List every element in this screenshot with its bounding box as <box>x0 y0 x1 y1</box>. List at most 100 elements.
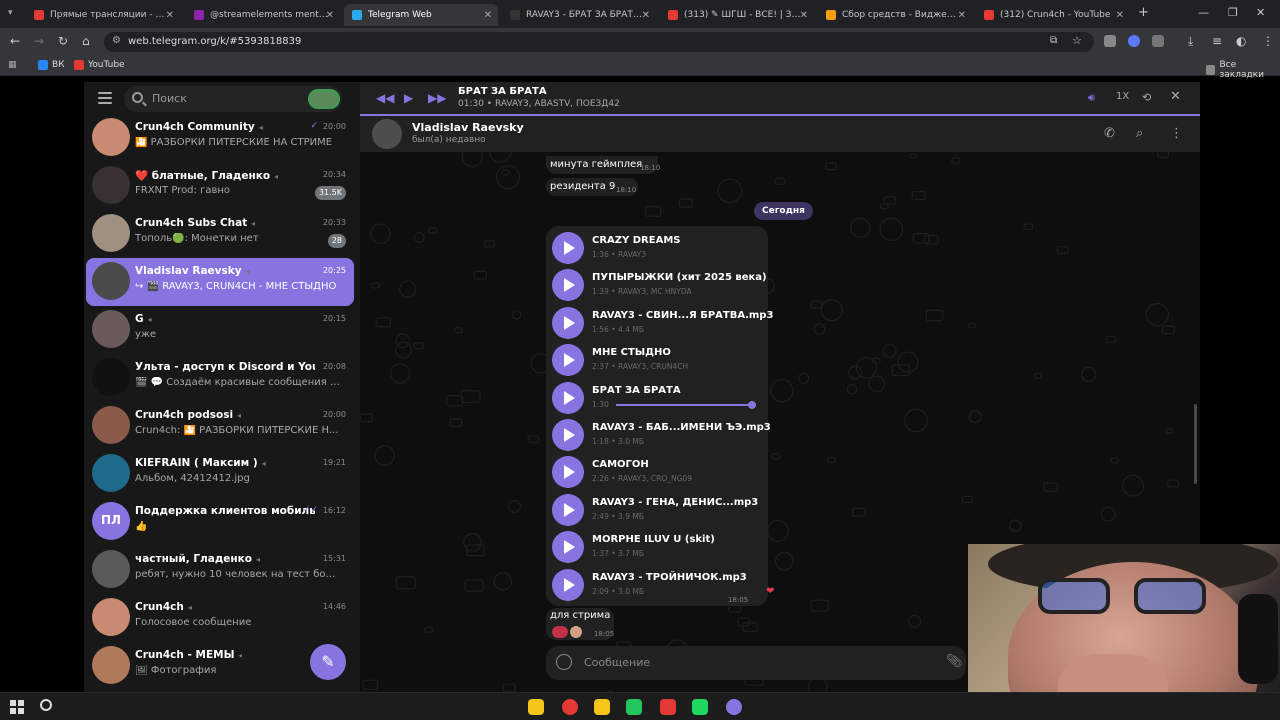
play-icon[interactable] <box>552 531 584 564</box>
close-tab-icon[interactable]: ✕ <box>958 10 966 21</box>
home-icon[interactable]: ⌂ <box>82 34 90 48</box>
close-tab-icon[interactable]: ✕ <box>484 10 492 21</box>
taskbar-app-icon[interactable] <box>594 699 610 715</box>
chat-item[interactable]: KIEFRAIN ( Максим ) ◂ Альбом, 42412412.jpg… <box>86 450 354 498</box>
chat-item[interactable]: Vladislav Raevsky ◂ ↪ 🎬 RAVAY3, CRUN4CH - … <box>86 258 354 306</box>
attach-icon[interactable]: 📎︎ <box>946 654 963 669</box>
chat-item[interactable]: Ульта - доступ к Discord и YouTube ...◂ 🎬… <box>86 354 354 402</box>
new-tab-icon[interactable]: + <box>1138 5 1149 20</box>
chat-item[interactable]: Crun4ch Subs Chat ◂ Тополь🟢: Монетки нет 20… <box>86 210 354 258</box>
download-icon[interactable]: ⤓ <box>1188 34 1193 49</box>
close-tab-icon[interactable]: ✕ <box>326 10 334 21</box>
site-info-icon[interactable]: ⚙ <box>112 35 121 46</box>
player-track-title[interactable]: БРАТ ЗА БРАТА <box>458 86 547 97</box>
chat-item[interactable]: частный, Гладенко ◂ ребят, нужно 10 челове… <box>86 546 354 594</box>
audio-track[interactable]: MORPHE ILUV U (skit) 1:37 • 3.7 МБ <box>550 529 764 565</box>
close-tab-icon[interactable]: ✕ <box>800 10 808 21</box>
chat-item[interactable]: Crun4ch podsosi ◂ Crun4ch: 🎦 РАЗБОРКИ ПИТЕ… <box>86 402 354 450</box>
search-chat-icon[interactable]: ⌕ <box>1136 126 1143 141</box>
audio-track[interactable]: RAVAY3 - БАБ...ИМЕНИ ЪЭ.mp3 1:18 • 3.0 МБ <box>550 417 771 453</box>
browser-tab[interactable]: (313) ✎ ШГШ - ВСЕ! | ЗАКАЗ✕ <box>660 4 814 26</box>
browser-tab[interactable]: (312) Crun4ch - YouTube ✕ <box>976 4 1130 26</box>
track-progress-slider[interactable] <box>616 400 756 409</box>
close-player-icon[interactable]: ✕ <box>1170 89 1181 104</box>
apps-icon[interactable]: ▦ <box>8 60 17 70</box>
new-message-pencil-icon[interactable]: ✎ <box>310 644 346 680</box>
message-bubble[interactable]: минута геймплея 18:10 <box>546 156 660 174</box>
chat-header[interactable]: Vladislav Raevsky был(а) недавно ✆ ⌕ ⋮ <box>360 116 1200 152</box>
sticker-reaction-icon[interactable] <box>552 626 568 638</box>
all-bookmarks[interactable]: Все закладки <box>1206 60 1280 80</box>
message-bubble[interactable]: для стрима 18:05 <box>546 608 614 640</box>
previous-track-icon[interactable]: ◀◀ <box>376 91 394 105</box>
peer-name[interactable]: Vladislav Raevsky <box>412 121 524 134</box>
play-icon[interactable] <box>552 344 584 377</box>
chat-item[interactable]: ПЛ Поддержка клиентов мобиль...◂ 👍 16:12 ✓✓ <box>86 498 354 546</box>
heart-reaction-icon[interactable]: ❤ <box>766 586 774 597</box>
audio-track[interactable]: RAVAY3 - СВИН...Я БРАТВА.mp3 1:56 • 4.4 М… <box>550 305 773 341</box>
taskbar-app-icon[interactable] <box>562 699 578 715</box>
emoji-icon[interactable] <box>556 654 572 670</box>
play-icon[interactable] <box>552 419 584 451</box>
play-icon[interactable] <box>552 269 584 302</box>
close-tab-icon[interactable]: ✕ <box>166 10 174 21</box>
install-app-icon[interactable]: ⧉ <box>1050 35 1057 46</box>
play-icon[interactable] <box>552 568 584 601</box>
playback-speed-button[interactable]: 1X <box>1116 91 1129 102</box>
stories-avatar[interactable] <box>308 89 340 109</box>
browser-tab[interactable]: RAVAY3 - БРАТ ЗА БРАТА Lyrics✕ <box>502 4 656 26</box>
profile-icon[interactable]: ◐ <box>1236 34 1246 48</box>
bookmark-youtube[interactable]: YouTube <box>74 60 125 70</box>
chat-scrollbar[interactable] <box>1194 404 1197 484</box>
media-controls-icon[interactable]: ≡ <box>1212 34 1222 48</box>
extension-icon[interactable] <box>1104 35 1116 47</box>
play-icon[interactable] <box>552 306 584 339</box>
volume-icon[interactable]: 🔊︎ <box>1088 91 1095 105</box>
chat-item[interactable]: Crun4ch ◂ Голосовое сообщение 14:46 <box>86 594 354 642</box>
tab-search-icon[interactable]: ▾ <box>8 8 13 18</box>
message-composer[interactable]: Сообщение 📎︎ <box>546 646 966 680</box>
taskbar-app-icon[interactable] <box>528 699 544 715</box>
play-icon[interactable] <box>552 232 584 264</box>
progress-knob[interactable] <box>747 400 756 409</box>
taskbar-app-icon[interactable] <box>626 699 642 715</box>
audio-track[interactable]: БРАТ ЗА БРАТА 1:30 <box>550 380 764 416</box>
more-options-icon[interactable]: ⋮ <box>1170 126 1183 141</box>
taskbar-app-icon[interactable] <box>692 699 708 715</box>
forward-icon[interactable]: → <box>34 34 44 48</box>
audio-track[interactable]: RAVAY3 - ГЕНА, ДЕНИС...mp3 2:49 • 3.9 МБ <box>550 492 764 528</box>
extensions-puzzle-icon[interactable] <box>1152 35 1164 47</box>
hamburger-menu-icon[interactable] <box>98 92 112 104</box>
browser-tab[interactable]: Telegram Web ✕ <box>344 4 498 26</box>
browser-tab[interactable]: Сбор средств - Виджеты - Do✕ <box>818 4 972 26</box>
audio-track[interactable]: МНЕ СТЫДНО 2:37 • RAVAY3, CRUN4CH <box>550 342 764 378</box>
play-icon[interactable] <box>552 381 584 414</box>
address-bar[interactable]: ⚙ web.telegram.org/k/#5393818839 ⧉ ☆ <box>104 32 1094 52</box>
peer-avatar[interactable] <box>372 119 402 149</box>
play-icon[interactable] <box>552 493 584 526</box>
chat-item[interactable]: ❤️ блатные, Гладенко ◂ FRXNT Prod: гавно 20… <box>86 162 354 210</box>
browser-tab[interactable]: Прямые трансляции - YouTube✕ <box>26 4 180 26</box>
bookmark-star-icon[interactable]: ☆ <box>1072 34 1082 47</box>
audio-track[interactable]: ПУПЫРЫЖКИ (хит 2025 века) 1:39 • RAVAY3, … <box>550 267 767 303</box>
taskbar-app-icon[interactable] <box>726 699 742 715</box>
minimize-icon[interactable]: — <box>1198 6 1209 19</box>
back-icon[interactable]: ← <box>10 34 20 48</box>
close-window-icon[interactable]: ✕ <box>1256 6 1265 19</box>
chat-item[interactable]: Crun4ch Community ◂ 🎦 РАЗБОРКИ ПИТЕРСКИЕ Н… <box>86 114 354 162</box>
play-icon[interactable] <box>552 456 584 489</box>
next-track-icon[interactable]: ▶▶ <box>428 91 446 105</box>
call-icon[interactable]: ✆ <box>1104 126 1115 141</box>
close-tab-icon[interactable]: ✕ <box>642 10 650 21</box>
bookmark-vk[interactable]: ВК <box>38 60 65 70</box>
menu-icon[interactable]: ⋮ <box>1262 34 1274 48</box>
windows-start-icon[interactable] <box>10 700 24 714</box>
extension-icon[interactable] <box>1128 35 1140 47</box>
play-pause-icon[interactable]: ▶ <box>404 91 413 105</box>
taskbar-app-icon[interactable] <box>660 699 676 715</box>
windows-search-icon[interactable] <box>40 699 52 711</box>
chat-item[interactable]: G ◂ уже 20:15 <box>86 306 354 354</box>
reload-icon[interactable]: ↻ <box>58 34 68 48</box>
browser-tab[interactable]: @streamelements mentions ✕ <box>186 4 340 26</box>
repeat-icon[interactable]: ⟲ <box>1142 91 1151 104</box>
